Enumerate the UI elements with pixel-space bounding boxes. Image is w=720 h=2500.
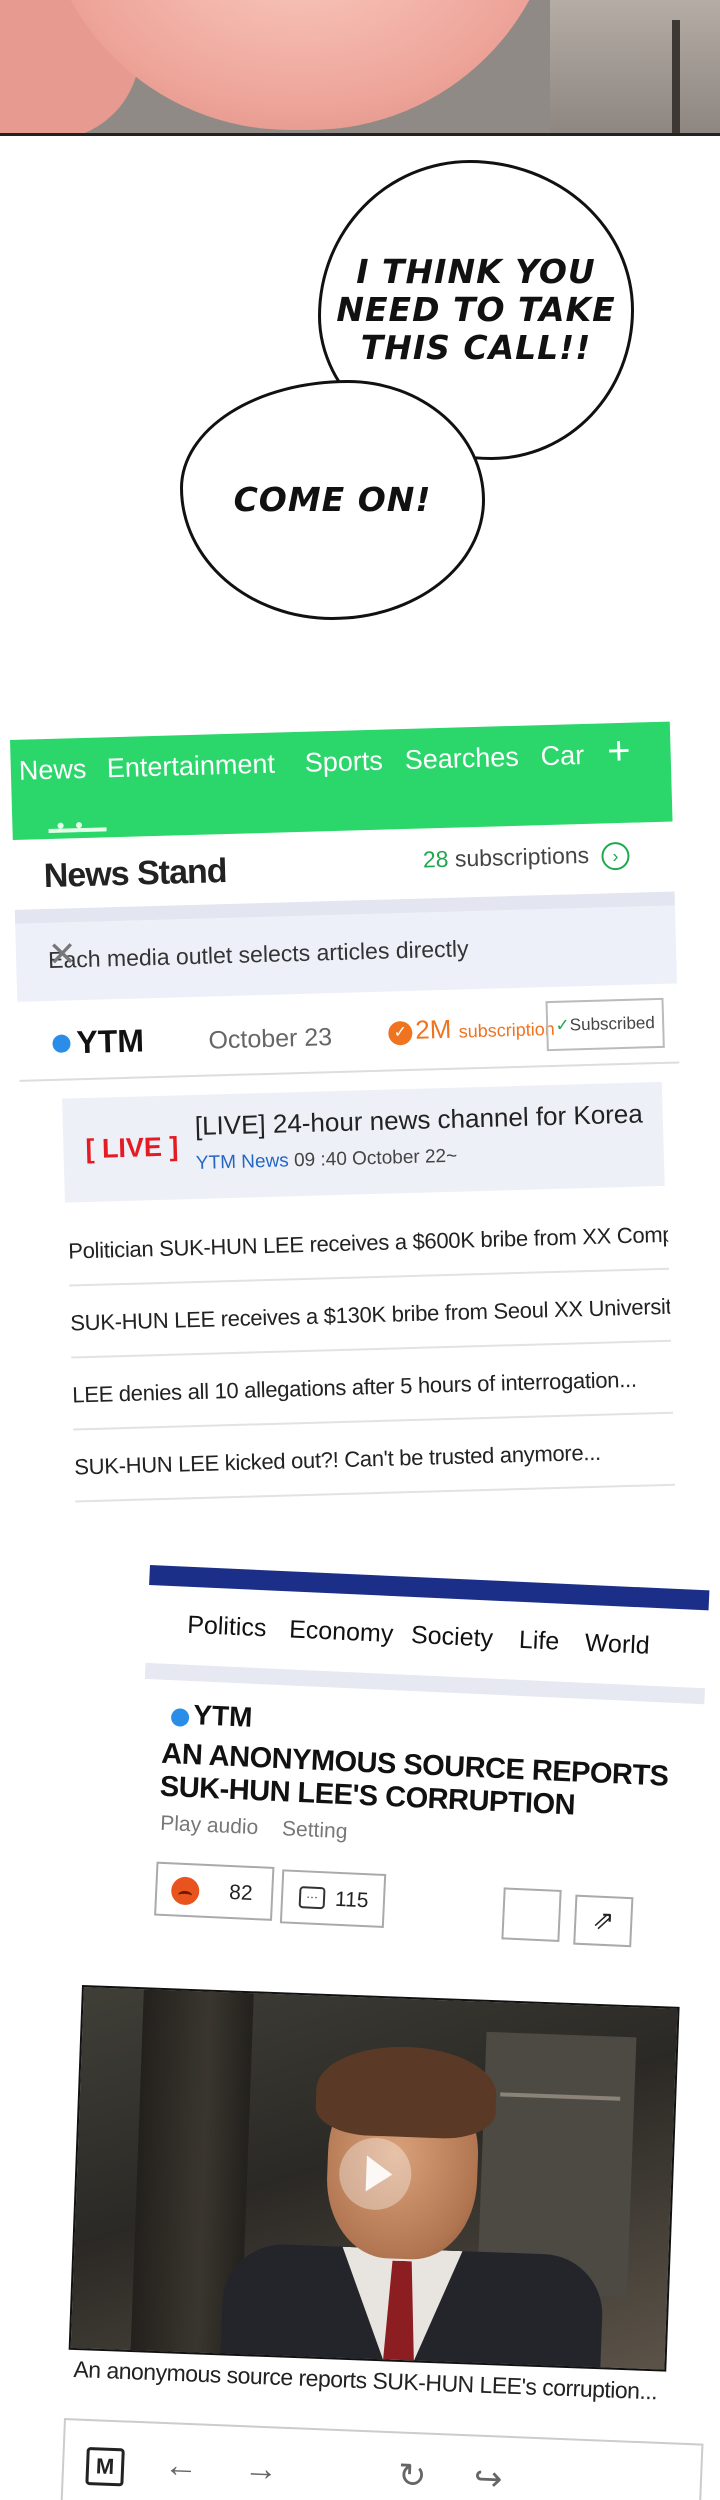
live-tag: [ LIVE ] (85, 1131, 179, 1165)
subscribed-button[interactable]: ✓Subscribed (545, 997, 665, 1052)
nav-society[interactable]: Society (410, 1621, 493, 1654)
browser-bottom-bar: M ← → ↻ ↪ (59, 2418, 704, 2500)
tab-entertainment[interactable]: Entertainment (106, 749, 275, 785)
plus-icon[interactable]: + (607, 729, 632, 775)
close-icon[interactable]: ✕ (47, 918, 648, 975)
setting-link[interactable]: Setting (282, 1817, 348, 1843)
top-comic-panel (0, 0, 720, 136)
check-icon: ✓ (555, 1015, 571, 1035)
live-meta: YTM News 09 :40 October 22~ (196, 1146, 458, 1175)
category-tab-bar: News Entertainment Sports Searches Car +… (10, 721, 673, 840)
article-outlet: YTM (192, 1699, 254, 1733)
angry-face-icon (170, 1876, 200, 1906)
share-icon[interactable]: ⇗ (573, 1894, 634, 1948)
badge-count: 2M (414, 1013, 452, 1045)
chevron-right-icon[interactable]: › (601, 841, 630, 871)
live-channel-card[interactable]: [ LIVE ] [LIVE] 24-hour news channel for… (62, 1081, 665, 1203)
nav-politics[interactable]: Politics (187, 1611, 267, 1644)
headline-item[interactable]: SUK-HUN LEE kicked out?! Can't be truste… (73, 1413, 676, 1503)
speech-bubble-come-on: COME ON! (180, 380, 485, 620)
subscribed-label: Subscribed (569, 1013, 656, 1035)
outlet-name[interactable]: YTM (76, 1022, 145, 1061)
video-figure-hair (314, 2043, 498, 2141)
badge-label: subscription (458, 1018, 555, 1042)
back-arrow-icon[interactable]: ← (163, 2446, 198, 2486)
news-stand-screen: News Entertainment Sports Searches Car +… (10, 721, 691, 1510)
tab-sports[interactable]: Sports (304, 746, 383, 779)
live-time: 09 :40 October 22~ (293, 1145, 458, 1172)
play-audio-link[interactable]: Play audio (160, 1812, 259, 1839)
nav-world[interactable]: World (584, 1629, 650, 1661)
bookmark-button[interactable] (501, 1887, 562, 1942)
panel-border (0, 133, 720, 136)
speech-text-call: I THINK YOU NEED TO TAKE THIS CALL!! (336, 252, 616, 367)
comments-button[interactable]: ··· 115 (279, 1869, 387, 1928)
refresh-icon[interactable]: ↻ (397, 2455, 427, 2496)
verified-badge-icon: ✓ (388, 1020, 413, 1046)
speech-text-come-on: COME ON! (233, 480, 432, 519)
outlet-logo-dot (170, 1708, 190, 1727)
share-arrow-icon[interactable]: ↪ (473, 2459, 503, 2500)
nav-life[interactable]: Life (518, 1626, 560, 1657)
subscriptions-link[interactable]: 28 subscriptions › (423, 841, 630, 876)
live-source: YTM News (195, 1150, 290, 1174)
tab-car[interactable]: Car (540, 740, 584, 772)
reaction-button[interactable]: 82 (154, 1861, 275, 1921)
outlet-logo-dot (52, 1034, 71, 1053)
comment-count: 115 (334, 1887, 370, 1913)
live-title: [LIVE] 24-hour news channel for Korea (194, 1098, 644, 1141)
comment-icon: ··· (298, 1886, 326, 1910)
article-tools: Play audio Setting (160, 1812, 366, 1845)
home-logo-button[interactable]: M (85, 2446, 125, 2487)
article-video[interactable] (68, 1985, 680, 2372)
article-top-bar (149, 1565, 710, 1611)
subscription-badge: ✓ 2M subscription (388, 1011, 555, 1047)
tab-news[interactable]: News (18, 754, 86, 787)
panel-background-wall (550, 0, 720, 136)
news-stand-title: News Stand (43, 852, 227, 896)
panel-door-frame (672, 20, 680, 136)
reaction-count: 82 (228, 1880, 254, 1905)
tab-searches[interactable]: Searches (404, 742, 519, 776)
outlet-header: YTM October 23 ✓ 2M subscription ✓Subscri… (17, 983, 680, 1082)
article-title: AN ANONYMOUS SOURCE REPORTS SUK-HUN LEE'… (159, 1737, 670, 1822)
subscriptions-label: subscriptions (454, 841, 590, 872)
section-divider (144, 1662, 705, 1705)
forward-arrow-icon[interactable]: → (243, 2449, 278, 2489)
nav-economy[interactable]: Economy (289, 1615, 394, 1649)
subscriptions-count: 28 (422, 845, 449, 873)
active-tab-indicator (48, 827, 107, 833)
outlet-date: October 23 (208, 1023, 333, 1055)
